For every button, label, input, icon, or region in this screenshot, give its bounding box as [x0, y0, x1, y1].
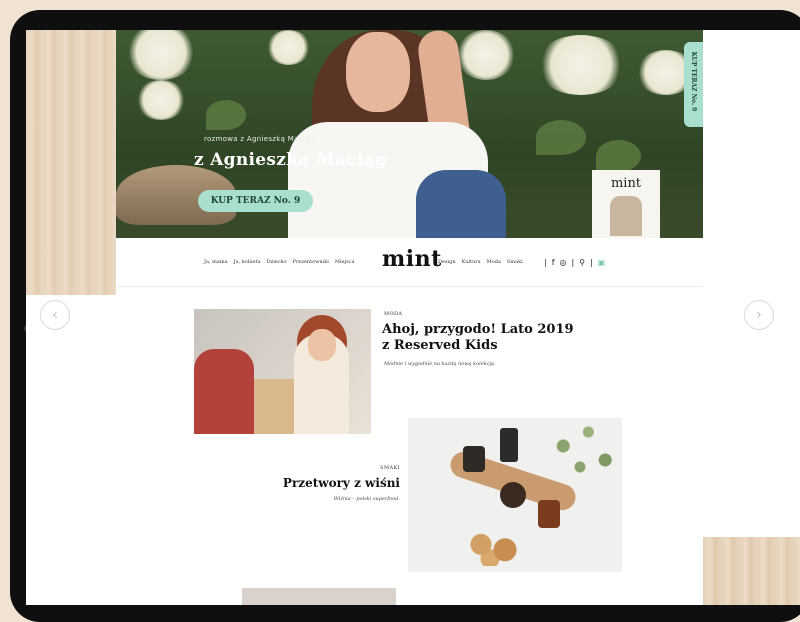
magazine-cover-figure — [610, 196, 642, 236]
mint-logo[interactable]: mint — [382, 246, 442, 272]
nav-item-moda[interactable]: Moda — [487, 259, 501, 265]
woman-jeans — [416, 170, 506, 238]
article-title[interactable]: Ahoj, przygodo! Lato 2019 z Reserved Kid… — [382, 322, 582, 354]
cookies — [463, 530, 523, 566]
child-red-dress — [194, 349, 254, 434]
hydrangea — [456, 30, 516, 80]
leaf — [536, 120, 586, 155]
separator: | — [544, 257, 547, 267]
article-title[interactable]: Przetwory z wiśni — [266, 476, 400, 490]
hero-subtitle: rozmowa z Agnieszką Maciąg — [204, 135, 315, 143]
facebook-icon[interactable]: f — [552, 258, 555, 267]
hydrangea — [126, 30, 196, 80]
magazine-cover[interactable]: mint — [592, 170, 660, 238]
main-navigation: Ja, mama Ja, kobieta Dziecko Prezentowni… — [116, 238, 703, 287]
wood-background-right — [703, 537, 800, 605]
jar — [538, 500, 560, 528]
nav-item-prezentowniki[interactable]: Prezentowniki — [293, 259, 329, 265]
magazine-title: mint — [610, 176, 642, 191]
carousel-next-button[interactable]: › — [744, 300, 774, 330]
nav-item-design[interactable]: Design — [438, 259, 456, 265]
woman-face — [346, 32, 410, 112]
article-image-reserved-kids[interactable] — [194, 309, 371, 434]
nav-item-ja-kobieta[interactable]: Ja, kobieta — [234, 259, 261, 265]
hydrangea — [536, 35, 626, 95]
screen: rozmowa z Agnieszką Maciąg z Agnieszką M… — [26, 30, 800, 605]
leaf — [206, 100, 246, 130]
side-tab-label: KUP TERAZ No. 9 — [690, 51, 697, 112]
nav-item-ja-mama[interactable]: Ja, mama — [204, 259, 228, 265]
chevron-left-icon: ‹ — [52, 307, 58, 323]
buy-now-side-tab[interactable]: KUP TERAZ No. 9 — [684, 42, 703, 127]
nav-item-kultura[interactable]: Kultura — [462, 259, 481, 265]
bottle — [500, 428, 518, 462]
nav-item-miejsca[interactable]: Miejsca — [335, 259, 355, 265]
cart-icon[interactable]: ▣ — [598, 258, 606, 267]
chevron-right-icon: › — [756, 307, 762, 323]
separator: | — [571, 257, 575, 267]
jar — [463, 446, 485, 472]
girl-face — [308, 329, 336, 361]
article-category[interactable]: SMAKI — [332, 465, 400, 471]
hydrangea — [136, 80, 186, 120]
leaf — [596, 140, 641, 172]
article-lead: Modnie i wygodnie na każdą nową kolekcję… — [384, 361, 496, 367]
jar — [500, 482, 526, 508]
instagram-icon[interactable]: ◎ — [560, 258, 567, 267]
article-image-next[interactable] — [242, 588, 396, 605]
hero-title: z Agnieszką Maciąg — [194, 150, 388, 170]
article-image-cherry-preserves[interactable] — [408, 418, 622, 572]
buy-now-button[interactable]: KUP TERAZ No. 9 — [198, 190, 313, 212]
carousel-prev-button[interactable]: ‹ — [40, 300, 70, 330]
search-icon[interactable]: ⚲ — [579, 258, 585, 267]
nav-icon-group: | f ◎ | ⚲ | ▣ — [544, 238, 605, 286]
hydrangea — [266, 30, 311, 65]
wood-background-left — [26, 30, 116, 295]
nav-item-dziecko[interactable]: Dziecko — [267, 259, 287, 265]
article-category[interactable]: MODA — [384, 311, 402, 317]
separator: | — [590, 257, 593, 267]
website-page: rozmowa z Agnieszką Maciąg z Agnieszką M… — [116, 30, 703, 605]
cherry-branch — [538, 418, 622, 488]
nav-item-smaki[interactable]: Smaki — [507, 259, 523, 265]
hero-banner[interactable]: rozmowa z Agnieszką Maciąg z Agnieszką M… — [116, 30, 703, 238]
nav-right-group: Design Kultura Moda Smaki — [438, 238, 523, 286]
nav-left-group: Ja, mama Ja, kobieta Dziecko Prezentowni… — [204, 238, 354, 286]
article-lead: Wiśnia – polski superfood. — [333, 496, 400, 502]
